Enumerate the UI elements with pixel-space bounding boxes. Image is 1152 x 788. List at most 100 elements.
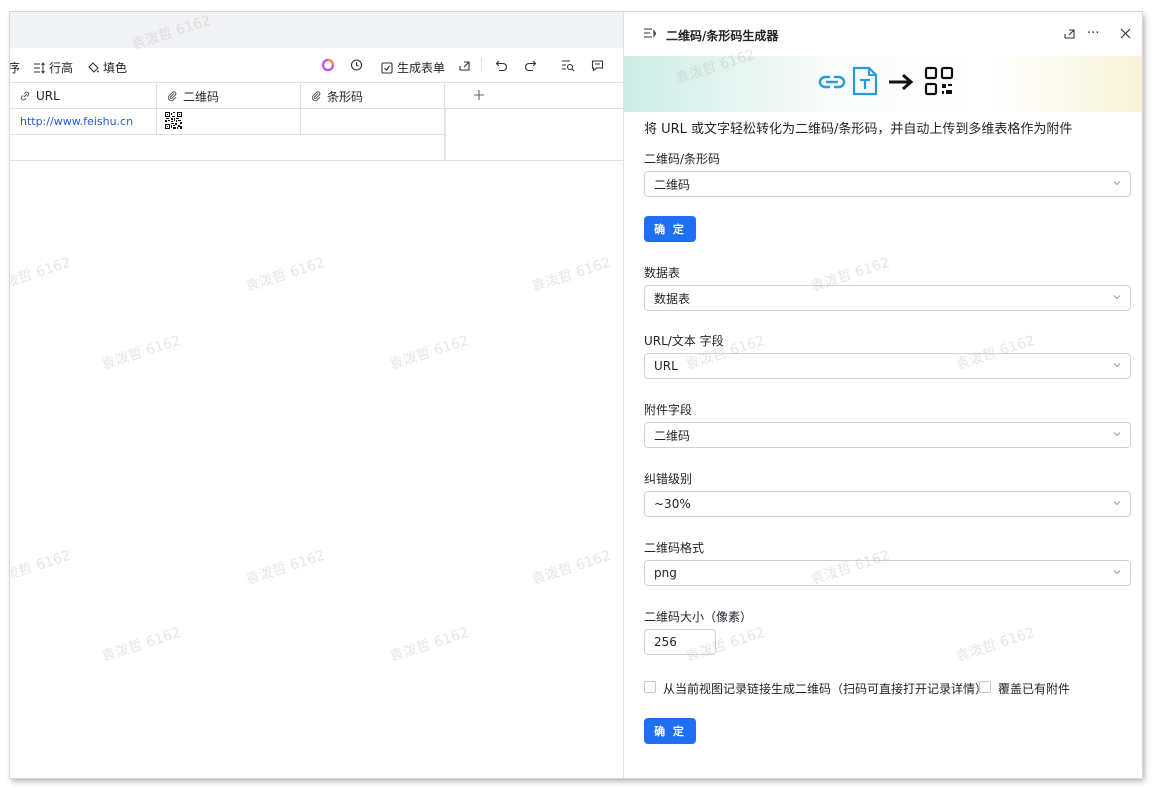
chevron-down-icon xyxy=(1112,428,1122,442)
column-header-qrcode[interactable]: 二维码 xyxy=(157,83,301,109)
table-label: 数据表 xyxy=(644,266,681,280)
watermark: 袁泼哲 6162 xyxy=(10,254,73,296)
record-link-label: 从当前视图记录链接生成二维码（扫码可直接打开记录详情） xyxy=(663,682,988,696)
field-label: URL/文本 字段 xyxy=(644,334,724,348)
panel-menu-icon[interactable] xyxy=(643,28,657,42)
generate-form-button[interactable]: 生成表单 xyxy=(380,59,445,76)
watermark: 袁泼哲 6162 xyxy=(387,624,471,666)
undo-icon xyxy=(494,58,508,72)
watermark: 袁泼哲 6162 xyxy=(529,547,613,589)
clock-bolt-icon xyxy=(350,58,364,72)
panel-title: 二维码/条形码生成器 xyxy=(666,29,779,43)
fill-color-label: 填色 xyxy=(103,61,128,75)
record-link-checkbox[interactable] xyxy=(644,681,656,693)
attach-label: 附件字段 xyxy=(644,403,693,417)
chevron-down-icon xyxy=(1112,566,1122,580)
chevron-down-icon xyxy=(1112,497,1122,511)
chevron-down-icon xyxy=(1112,177,1122,191)
qr-code-icon xyxy=(924,66,954,99)
form-check-icon xyxy=(380,61,394,75)
search-list-icon xyxy=(561,58,575,72)
table-value: 数据表 xyxy=(654,291,691,306)
url-link[interactable]: http://www.feishu.cn xyxy=(20,115,133,128)
watermark: 袁泼哲 6162 xyxy=(387,332,471,374)
row-height-button[interactable]: 行高 xyxy=(32,59,73,76)
share-icon[interactable] xyxy=(1063,27,1076,43)
qrcode-cell[interactable] xyxy=(157,109,301,134)
ecc-select[interactable]: ~30% xyxy=(644,491,1131,517)
type-select[interactable]: 二维码 xyxy=(644,171,1131,197)
panel-header: 二维码/条形码生成器 ··· xyxy=(624,12,1142,56)
redo-icon xyxy=(523,58,537,72)
plugin-banner xyxy=(624,56,1142,112)
overwrite-checkbox[interactable] xyxy=(979,681,991,693)
redo-button[interactable] xyxy=(523,58,537,72)
column-header-url[interactable]: URL xyxy=(10,83,157,109)
field-select[interactable]: URL xyxy=(644,353,1131,379)
watermark: 袁泼哲 6162 xyxy=(243,547,327,589)
watermark: 袁泼哲 6162 xyxy=(10,547,73,589)
attachment-icon xyxy=(309,89,323,103)
type-label: 二维码/条形码 xyxy=(644,152,721,166)
format-select[interactable]: png xyxy=(644,560,1131,586)
field-value: URL xyxy=(654,359,678,373)
attachment-icon xyxy=(165,89,179,103)
arrow-right-icon xyxy=(887,72,915,95)
add-row-area[interactable] xyxy=(10,135,445,161)
add-column-button[interactable] xyxy=(445,83,512,109)
grid-header: URL 二维码 条形码 xyxy=(10,82,623,109)
confirm-type-button[interactable]: 确 定 xyxy=(644,216,696,242)
grid-toolbar: 序 行高 填色 生成表单 xyxy=(10,52,623,80)
watermark: 袁泼哲 6162 xyxy=(953,624,1037,666)
top-strip xyxy=(10,12,623,48)
barcode-cell[interactable] xyxy=(301,109,445,134)
plus-icon xyxy=(473,89,485,104)
chevron-down-icon xyxy=(1112,291,1122,305)
overwrite-label: 覆盖已有附件 xyxy=(998,682,1071,696)
format-value: png xyxy=(654,566,677,580)
automation-button[interactable] xyxy=(350,58,364,72)
watermark: 袁泼哲 6162 xyxy=(529,254,613,296)
paint-bucket-icon xyxy=(86,61,100,75)
panel-description: 将 URL 或文字轻松转化为二维码/条形码，并自动上传到多维表格作为附件 xyxy=(644,122,1073,137)
share-icon xyxy=(457,58,471,72)
watermark: 袁泼哲 6162 xyxy=(99,332,183,374)
table-row[interactable]: http://www.feishu.cn xyxy=(10,109,445,135)
comment-icon xyxy=(590,58,604,72)
row-height-icon xyxy=(32,61,46,75)
format-label: 二维码格式 xyxy=(644,541,705,555)
watermark: 袁泼哲 6162 xyxy=(243,254,327,296)
column-label: 条形码 xyxy=(327,89,364,104)
watermark: 袁泼哲 6162 xyxy=(99,624,183,666)
app-window: 序 行高 填色 生成表单 URL 二维码 条形码 http://www.feis… xyxy=(10,12,1142,778)
type-value: 二维码 xyxy=(654,177,691,192)
blank-grid-area xyxy=(445,109,623,161)
size-label: 二维码大小（像素） xyxy=(644,610,753,624)
size-input[interactable]: 256 xyxy=(644,629,716,655)
link-icon xyxy=(818,72,846,95)
ecc-value: ~30% xyxy=(654,497,691,511)
qrcode-thumbnail[interactable] xyxy=(165,111,182,132)
table-select[interactable]: 数据表 xyxy=(644,285,1131,311)
search-records-button[interactable] xyxy=(561,58,575,72)
comment-button[interactable] xyxy=(590,58,604,72)
link-icon xyxy=(18,89,32,103)
submit-button[interactable]: 确 定 xyxy=(644,718,696,744)
ai-button[interactable] xyxy=(321,58,335,72)
generate-form-label: 生成表单 xyxy=(397,61,446,75)
text-file-icon xyxy=(852,66,878,99)
more-icon[interactable]: ··· xyxy=(1087,26,1099,41)
undo-button[interactable] xyxy=(494,58,508,72)
close-icon[interactable] xyxy=(1120,28,1131,42)
sort-label: 序 xyxy=(10,61,21,75)
share-button[interactable] xyxy=(457,58,471,72)
ecc-label: 纠错级别 xyxy=(644,472,693,486)
attach-select[interactable]: 二维码 xyxy=(644,422,1131,448)
qr-generator-panel: 二维码/条形码生成器 ··· 将 URL 或文字轻松转化为二维码/条形码，并自动… xyxy=(623,12,1142,778)
sort-button[interactable]: 序 xyxy=(10,59,20,76)
row-height-label: 行高 xyxy=(49,61,74,75)
grid-area: 序 行高 填色 生成表单 URL 二维码 条形码 http://www.feis… xyxy=(10,12,623,778)
column-header-barcode[interactable]: 条形码 xyxy=(301,83,445,109)
url-cell[interactable]: http://www.feishu.cn xyxy=(10,109,157,134)
fill-color-button[interactable]: 填色 xyxy=(86,59,127,76)
